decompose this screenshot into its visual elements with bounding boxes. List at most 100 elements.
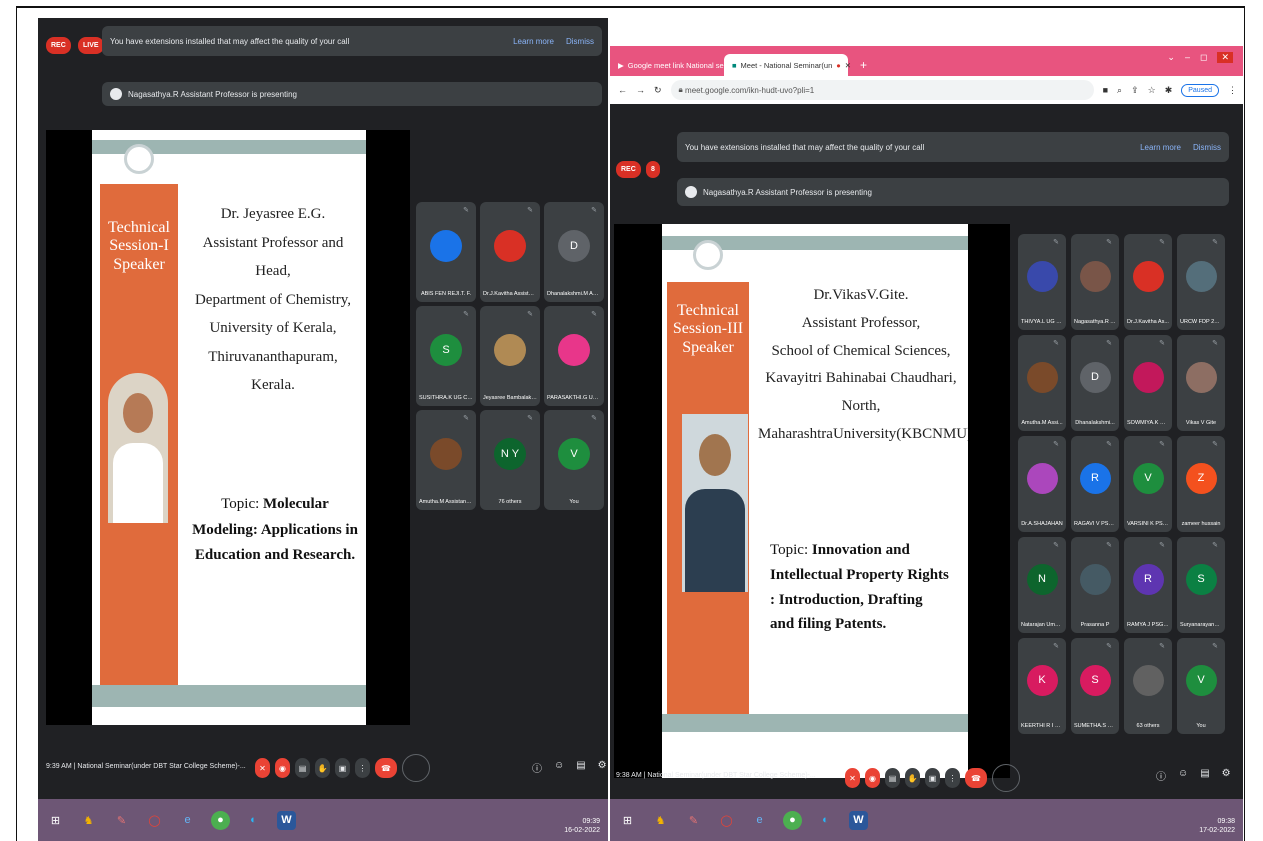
participant-tile[interactable]: ✎ N Y 76 others <box>480 410 540 510</box>
dismiss-link[interactable]: Dismiss <box>566 37 594 46</box>
participant-tile[interactable]: ✎ V You <box>544 410 604 510</box>
mic-off-button[interactable]: ✕ <box>845 768 860 788</box>
mic-status-icon: ✎ <box>1053 239 1059 246</box>
kebab-menu-icon[interactable]: ⋮ <box>1228 85 1237 96</box>
raise-hand-button[interactable]: ✋ <box>315 758 330 778</box>
zoom-icon[interactable]: ⌕ <box>1117 85 1122 96</box>
participant-tile[interactable]: ✎ URCW FDP 2022 <box>1177 234 1225 330</box>
url-field[interactable]: 🔒︎ meet.google.com/ikn-hudt-uvo?pli=1 <box>670 80 1094 100</box>
participant-tile[interactable]: ✎ D Dhanalakshmi... <box>1071 335 1119 431</box>
captions-button[interactable]: ▤ <box>295 758 310 778</box>
participant-tile[interactable]: ✎ Dr.J.Kavitha Assistant ... <box>480 202 540 302</box>
chrome-icon[interactable]: ● <box>783 810 802 830</box>
participant-tile[interactable]: ✎ S SUMETHA.S PS... <box>1071 638 1119 734</box>
dismiss-link[interactable]: Dismiss <box>1193 143 1221 152</box>
info-icon[interactable]: ⓘ <box>532 760 542 775</box>
participant-tile[interactable]: ✎ D Dhanalakshmi.M Assist... <box>544 202 604 302</box>
info-icon[interactable]: ⓘ <box>1156 768 1166 783</box>
participant-tile[interactable]: ✎ Prasanna P <box>1071 537 1119 633</box>
leave-call-button[interactable]: ☎ <box>965 768 987 788</box>
participant-tile[interactable]: ✎ S SUSITHRA.K UG CHEM... <box>416 306 476 406</box>
app-icon[interactable]: ♞ <box>651 811 670 830</box>
chrome-icon[interactable]: ● <box>211 810 230 830</box>
participant-tile[interactable]: ✎ V You <box>1177 638 1225 734</box>
windows-start-icon[interactable]: ⊞ <box>46 811 65 830</box>
back-icon[interactable]: ← <box>618 85 627 95</box>
reload-icon[interactable]: ↻ <box>654 85 662 96</box>
chevron-down-icon[interactable]: ⌄ <box>1167 52 1175 63</box>
camera-off-button[interactable]: ◉ <box>275 758 290 778</box>
learn-more-link[interactable]: Learn more <box>1140 143 1181 152</box>
clock-time: 09:39 <box>582 817 600 825</box>
learn-more-link[interactable]: Learn more <box>513 37 554 46</box>
participant-tile[interactable]: ✎ ABIS FEN REJI.T. F. <box>416 202 476 302</box>
more-options-button[interactable]: ⋮ <box>355 758 370 778</box>
close-window-icon[interactable]: ✕ <box>1217 52 1233 63</box>
present-button[interactable]: ▣ <box>925 768 940 788</box>
extensions-icon[interactable]: ✱ <box>1165 85 1173 96</box>
participant-tile[interactable]: ✎ THIVYA.L UG C... <box>1018 234 1066 330</box>
participant-tile[interactable]: ✎ R RAMYA J PSGR... <box>1124 537 1172 633</box>
camera-icon[interactable]: ■ <box>1103 85 1108 95</box>
mic-status-icon: ✎ <box>1106 239 1112 246</box>
participant-tile[interactable]: ✎ S Suryanarayana ... <box>1177 537 1225 633</box>
presenting-text: Nagasathya.R Assistant Professor is pres… <box>703 187 872 197</box>
activities-icon[interactable]: ⚙ <box>1222 768 1231 783</box>
chat-icon[interactable]: ▤ <box>576 760 585 775</box>
captions-button[interactable]: ▤ <box>885 768 900 788</box>
people-icon[interactable]: ☺ <box>554 760 564 775</box>
participant-avatar: N Y <box>494 438 526 470</box>
word-icon[interactable]: W <box>277 810 296 830</box>
profile-paused-button[interactable]: Paused <box>1181 83 1219 97</box>
ie-icon[interactable]: e <box>178 811 197 830</box>
participant-tile[interactable]: ✎ Nagasathya.R A... <box>1071 234 1119 330</box>
bookmark-star-icon[interactable]: ☆ <box>1148 85 1156 96</box>
more-options-button[interactable]: ⋮ <box>945 768 960 788</box>
participant-tile[interactable]: ✎ V VARSINI K PSG... <box>1124 436 1172 532</box>
participant-tile[interactable]: ✎ Dr.A.SHAJAHAN <box>1018 436 1066 532</box>
paint-icon[interactable]: ✎ <box>112 811 131 830</box>
word-icon[interactable]: W <box>849 810 868 830</box>
present-button[interactable]: ▣ <box>335 758 350 778</box>
windows-start-icon[interactable]: ⊞ <box>618 811 637 830</box>
chat-icon[interactable]: ▤ <box>1200 768 1209 783</box>
participant-tile[interactable]: ✎ SOWMIYA.K UG... <box>1124 335 1172 431</box>
ghost-control-button[interactable] <box>402 754 430 782</box>
forward-icon[interactable]: → <box>636 85 645 95</box>
edge-icon[interactable]: ◐ <box>816 811 835 830</box>
ie-icon[interactable]: e <box>750 811 769 830</box>
tab-google-meet-link[interactable]: ▶Google meet link National semi✕ <box>610 54 742 76</box>
participant-tile[interactable]: ✎ R RAGAVI V PSGR... <box>1071 436 1119 532</box>
opera-icon[interactable]: ◯ <box>717 811 736 830</box>
close-tab-icon[interactable]: ✕ <box>845 61 851 70</box>
people-icon[interactable]: ☺ <box>1178 768 1188 783</box>
activities-icon[interactable]: ⚙ <box>598 760 607 775</box>
participant-tile[interactable]: ✎ PARASAKTHI.G UG CH... <box>544 306 604 406</box>
participant-tile[interactable]: ✎ Jeyasree Bambalakaasany <box>480 306 540 406</box>
opera-icon[interactable]: ◯ <box>145 811 164 830</box>
mic-off-button[interactable]: ✕ <box>255 758 270 778</box>
participant-tile[interactable]: ✎ N Natarajan Umas... <box>1018 537 1066 633</box>
tab-meet[interactable]: ■ Meet - National Seminar(un ● ✕ <box>724 54 851 76</box>
camera-off-button[interactable]: ◉ <box>865 768 880 788</box>
share-icon[interactable]: ⇪ <box>1131 85 1139 96</box>
participant-tile[interactable]: ✎ K KEERTHI R I PS... <box>1018 638 1066 734</box>
leave-call-button[interactable]: ☎ <box>375 758 397 778</box>
recording-dot-icon: ● <box>836 60 841 70</box>
raise-hand-button[interactable]: ✋ <box>905 768 920 788</box>
paint-icon[interactable]: ✎ <box>684 811 703 830</box>
mic-status-icon: ✎ <box>1159 340 1165 347</box>
edge-icon[interactable]: ◐ <box>244 811 263 830</box>
restore-icon[interactable]: ◻ <box>1200 52 1207 63</box>
minimize-icon[interactable]: – <box>1185 52 1190 63</box>
new-tab-button[interactable]: + <box>852 54 875 76</box>
participant-tile[interactable]: ✎ Vikas V Gite <box>1177 335 1225 431</box>
participant-tile[interactable]: ✎ Amutha.M Assistant P... <box>416 410 476 510</box>
app-icon[interactable]: ♞ <box>79 811 98 830</box>
participant-tile[interactable]: ✎ Amutha.M Assi... <box>1018 335 1066 431</box>
participant-avatar <box>1132 664 1164 696</box>
participant-tile[interactable]: ✎ Zzameer hussain <box>1177 436 1225 532</box>
participant-tile[interactable]: ✎ 63 others <box>1124 638 1172 734</box>
participant-tile[interactable]: ✎ Dr.J.Kavitha As... <box>1124 234 1172 330</box>
ghost-control-button[interactable] <box>992 764 1020 792</box>
